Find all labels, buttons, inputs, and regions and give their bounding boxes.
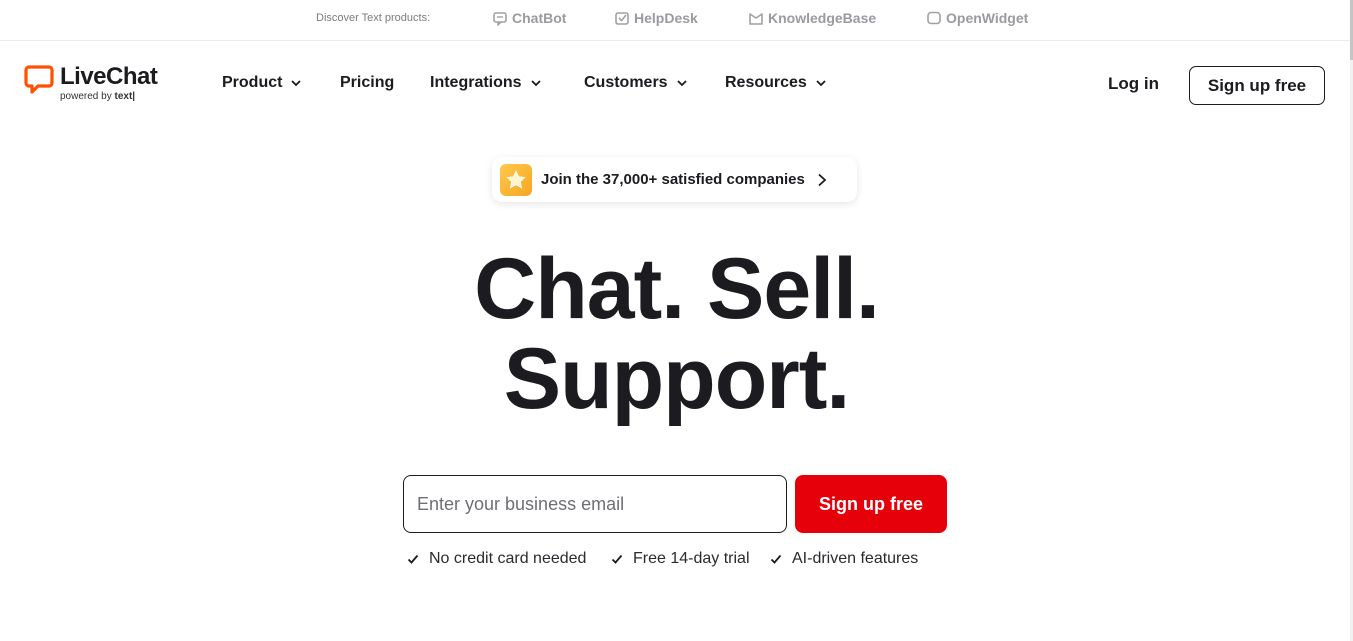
nav-item-product[interactable]: Product <box>222 74 302 92</box>
chevron-right-icon <box>818 173 827 186</box>
nav-item-label: Product <box>222 74 283 91</box>
perk-label: AI-driven features <box>792 550 919 567</box>
star-badge <box>500 163 532 196</box>
openwidget-icon <box>927 11 941 25</box>
chevron-down-icon <box>816 80 826 87</box>
helpdesk-icon <box>615 12 629 25</box>
chevron-down-icon <box>530 80 541 87</box>
perk-label: Free 14-day trial <box>633 550 750 567</box>
product-link-helpdesk[interactable]: HelpDesk <box>614 10 698 26</box>
logo-sub: powered by text| <box>60 91 157 103</box>
logo-sub-brand: text| <box>114 91 136 102</box>
signup-header-button[interactable]: Sign up free <box>1189 66 1325 105</box>
nav-item-customers[interactable]: Customers <box>584 74 688 92</box>
nav-item-resources[interactable]: Resources <box>725 74 827 92</box>
nav-item-label: Integrations <box>430 74 522 91</box>
check-icon <box>770 554 782 564</box>
perk-label: No credit card needed <box>429 550 587 567</box>
logo-name: LiveChat <box>60 63 158 90</box>
product-link-label: ChatBot <box>512 10 567 26</box>
logo-sub-prefix: powered by <box>60 91 112 102</box>
nav-item-integrations[interactable]: Integrations <box>430 74 542 92</box>
chevron-down-icon <box>676 80 687 87</box>
badge-text: Join the 37,000+ satisfied companies <box>541 171 805 188</box>
product-link-label: HelpDesk <box>634 10 698 26</box>
product-link-chatbot[interactable]: ChatBot <box>492 10 566 26</box>
product-link-label: OpenWidget <box>946 10 1029 26</box>
nav-item-label: Pricing <box>340 74 395 91</box>
hero-headline-line1: Chat. Sell. <box>474 241 880 337</box>
nav-item-label: Resources <box>725 74 807 91</box>
social-proof-badge[interactable]: Join the 37,000+ satisfied companies <box>492 157 857 202</box>
knowledgebase-icon <box>749 13 763 25</box>
discover-bar: Discover Text products: ChatBot HelpDesk… <box>0 0 1350 41</box>
product-link-label: KnowledgeBase <box>768 10 877 26</box>
email-input[interactable] <box>403 475 787 533</box>
livechat-logo-icon <box>24 65 54 94</box>
perk-item: Free 14-day trial <box>610 550 750 568</box>
product-link-knowledgebase[interactable]: KnowledgeBase <box>748 10 876 26</box>
check-icon <box>611 554 623 564</box>
chevron-down-icon <box>291 80 302 87</box>
discover-label: Discover Text products: <box>316 12 431 24</box>
check-icon <box>407 554 419 564</box>
star-icon <box>506 169 526 189</box>
livechat-logo[interactable]: LiveChat powered by text| <box>24 63 158 103</box>
hero-headline-line2: Support. <box>503 331 851 427</box>
login-link[interactable]: Log in <box>1108 74 1159 94</box>
signup-main-button[interactable]: Sign up free <box>795 475 947 533</box>
chatbot-icon <box>493 12 507 26</box>
nav-item-pricing[interactable]: Pricing <box>340 74 394 92</box>
perk-item: AI-driven features <box>769 550 918 568</box>
perk-item: No credit card needed <box>406 550 586 568</box>
product-link-openwidget[interactable]: OpenWidget <box>926 10 1028 26</box>
nav-item-label: Customers <box>584 74 668 91</box>
